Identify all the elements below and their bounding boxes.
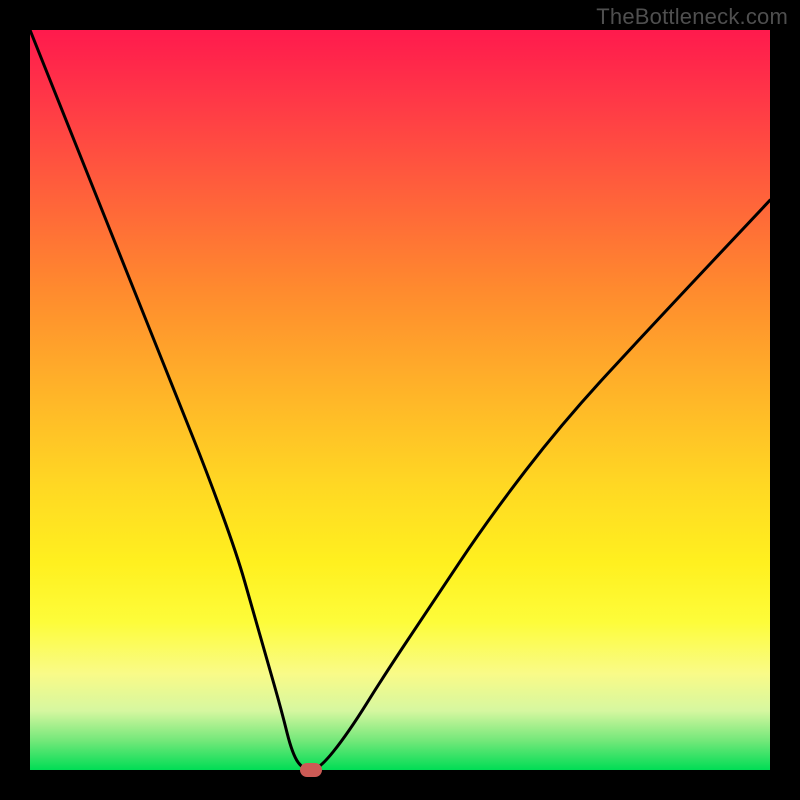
bottleneck-curve xyxy=(30,30,770,770)
optimal-point-marker xyxy=(300,763,322,777)
plot-area xyxy=(30,30,770,770)
chart-frame: TheBottleneck.com xyxy=(0,0,800,800)
watermark-text: TheBottleneck.com xyxy=(596,4,788,30)
